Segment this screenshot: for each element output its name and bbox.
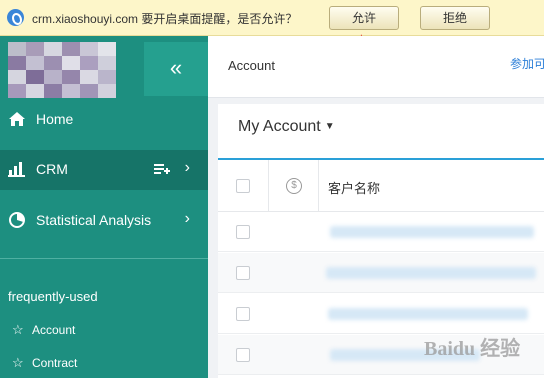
notification-message: crm.xiaoshouyi.com 要开启桌面提醒，是否允许？ xyxy=(32,12,298,26)
table-row[interactable] xyxy=(218,212,544,252)
star-icon: ☆ xyxy=(12,355,24,370)
allow-button[interactable]: 允许 xyxy=(329,6,399,30)
view-selector[interactable]: My Account ▼ xyxy=(238,118,335,136)
home-icon xyxy=(9,112,25,126)
chevron-right-icon: › xyxy=(184,210,190,227)
row-checkbox[interactable] xyxy=(236,307,250,321)
sidebar-divider xyxy=(0,258,208,259)
page-header: Account 参加可 xyxy=(208,36,544,98)
column-header-name[interactable]: 客户名称 xyxy=(328,178,380,197)
frequent-item-account[interactable]: ☆ Account xyxy=(12,322,75,338)
sidebar-item-statistical-analysis[interactable]: Statistical Analysis › xyxy=(0,201,208,239)
column-divider xyxy=(268,160,269,212)
bar-chart-icon xyxy=(8,162,25,177)
desktop-notification-bar: crm.xiaoshouyi.com 要开启桌面提醒，是否允许？ 允许 拒绝 xyxy=(0,0,544,36)
select-all-checkbox[interactable] xyxy=(236,179,250,193)
collapse-sidebar-button[interactable]: « xyxy=(144,42,208,96)
chevron-right-icon: › xyxy=(184,159,190,176)
watermark-text: Baidu 经验 xyxy=(424,338,521,360)
sidebar-item-label: CRM xyxy=(36,161,68,177)
sidebar-item-label: Statistical Analysis xyxy=(36,212,152,228)
row-checkbox[interactable] xyxy=(236,348,250,362)
star-icon: ☆ xyxy=(12,322,24,337)
column-divider xyxy=(318,160,319,212)
double-chevron-left-icon: « xyxy=(169,55,183,80)
main-content: Account 参加可 My Account ▼ $ 客户名称 xyxy=(208,36,544,378)
frequent-item-label: Account xyxy=(32,323,76,337)
table-row[interactable] xyxy=(218,294,544,334)
add-link[interactable]: 参加可 xyxy=(510,55,544,72)
blurred-account-name xyxy=(330,226,534,238)
breadcrumb: Account xyxy=(228,58,275,73)
chevron-down-icon: ▼ xyxy=(324,121,335,132)
sidebar-item-label: Home xyxy=(36,111,74,127)
frequent-item-label: Contract xyxy=(32,356,78,370)
sidebar-item-crm[interactable]: CRM › xyxy=(0,150,208,190)
table-row[interactable] xyxy=(218,253,544,293)
dollar-icon: $ xyxy=(286,178,302,194)
blurred-account-name xyxy=(326,267,536,279)
frequent-item-contract[interactable]: ☆ Contract xyxy=(12,355,77,371)
frequently-used-heading: frequently-used xyxy=(8,289,98,304)
deny-button[interactable]: 拒绝 xyxy=(420,6,490,30)
row-checkbox[interactable] xyxy=(236,266,250,280)
table-header: $ 客户名称 xyxy=(218,160,544,212)
watermark: Baidu 经验 xyxy=(424,332,540,372)
browser-icon xyxy=(7,9,24,26)
sidebar: « Home CRM › Statistical Analysis › freq… xyxy=(0,36,208,378)
sidebar-item-home[interactable]: Home xyxy=(0,100,208,138)
row-checkbox[interactable] xyxy=(236,225,250,239)
menu-add-icon[interactable] xyxy=(154,163,170,175)
view-title: My Account xyxy=(238,118,321,135)
pie-chart-icon xyxy=(9,212,25,228)
blurred-account-name xyxy=(328,308,528,320)
